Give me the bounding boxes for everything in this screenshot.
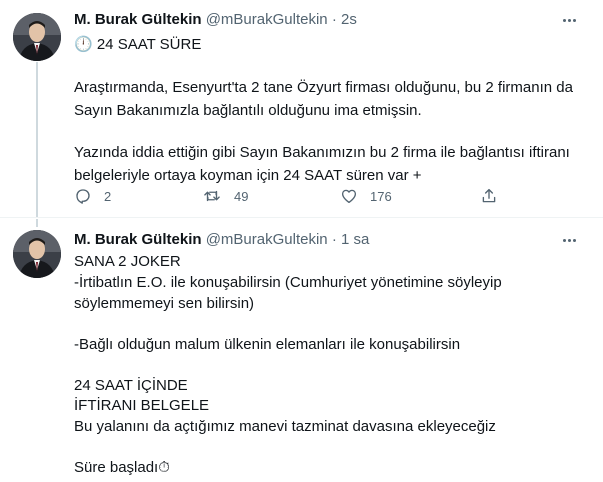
tweet-line bbox=[74, 55, 589, 75]
tweet-2[interactable]: M. Burak Gültekin @mBurakGultekin · 1 sa… bbox=[0, 219, 603, 482]
tweet-line: SANA 2 JOKER bbox=[74, 253, 181, 270]
tweet-timestamp[interactable]: 1 sa bbox=[341, 231, 369, 248]
tweet-timestamp[interactable]: 2s bbox=[341, 11, 357, 28]
tweet-text: 🕛 24 SAAT SÜRE Araştırmanda, Esenyurt'ta… bbox=[74, 35, 589, 186]
thread-connector-line bbox=[36, 62, 38, 218]
tweet-1[interactable]: M. Burak Gültekin @mBurakGultekin · 2s 🕛… bbox=[0, 0, 603, 218]
tweet-line bbox=[74, 437, 589, 457]
author-handle[interactable]: @mBurakGultekin bbox=[206, 11, 328, 28]
like-button[interactable]: 176 bbox=[340, 186, 392, 206]
tweet-line: söylemmemeyi sen bilirsin) bbox=[74, 295, 255, 312]
tweet-line: Sayın Bakanımızla bağlantılı olduğunu im… bbox=[74, 102, 422, 119]
tweet-line: belgeleriyle ortaya koyman için 24 SAAT … bbox=[74, 167, 422, 184]
retweet-count: 49 bbox=[234, 188, 249, 204]
thread-connector-line bbox=[36, 219, 38, 227]
more-dots-icon[interactable] bbox=[557, 10, 581, 30]
reply-bubble-icon bbox=[76, 189, 90, 204]
tweet-actions: 2 49 176 bbox=[74, 186, 534, 206]
separator-dot: · bbox=[331, 11, 337, 28]
author-name[interactable]: M. Burak Gültekin bbox=[74, 11, 202, 28]
reply-count: 2 bbox=[104, 188, 112, 204]
separator-dot: · bbox=[331, 231, 337, 248]
tweet-header: M. Burak Gültekin @mBurakGultekin · 2s bbox=[74, 10, 357, 30]
retweet-icon bbox=[204, 190, 220, 202]
tweet-line: Bu yalanını da açtığımız manevi tazminat… bbox=[74, 418, 496, 435]
tweet-text: SANA 2 JOKER -İrtibatlın E.O. ile konuşa… bbox=[74, 252, 589, 478]
share-upload-icon bbox=[482, 188, 496, 203]
like-count: 176 bbox=[370, 188, 392, 204]
tweet-line: Süre başladı⏱ bbox=[74, 459, 170, 476]
tweet-line bbox=[74, 355, 589, 375]
tweet-line: İFTİRANI BELGELE bbox=[74, 397, 210, 414]
tweet-line: Yazında iddia ettiğin gibi Sayın Bakanım… bbox=[74, 144, 570, 161]
tweet-line bbox=[74, 314, 589, 334]
tweet-header: M. Burak Gültekin @mBurakGultekin · 1 sa bbox=[74, 230, 369, 250]
author-handle[interactable]: @mBurakGultekin bbox=[206, 231, 328, 248]
author-avatar[interactable] bbox=[13, 230, 61, 278]
tweet-line: Araştırmanda, Esenyurt'ta 2 tane Özyurt … bbox=[74, 79, 573, 96]
author-avatar[interactable] bbox=[13, 13, 61, 61]
more-dots-icon[interactable] bbox=[557, 230, 581, 250]
tweet-divider bbox=[0, 217, 603, 218]
tweet-line: 24 SAAT İÇİNDE bbox=[74, 377, 188, 394]
author-name[interactable]: M. Burak Gültekin bbox=[74, 231, 202, 248]
tweet-line bbox=[74, 121, 589, 141]
tweet-line: -İrtibatlın E.O. ile konuşabilirsin (Cum… bbox=[74, 274, 502, 291]
retweet-button[interactable]: 49 bbox=[202, 186, 248, 206]
tweet-line: 🕛 24 SAAT SÜRE bbox=[74, 36, 202, 53]
share-button[interactable] bbox=[480, 186, 498, 206]
tweet-line: -Bağlı olduğun malum ülkenin elemanları … bbox=[74, 336, 461, 353]
heart-icon bbox=[341, 189, 357, 204]
reply-button[interactable]: 2 bbox=[74, 186, 111, 206]
